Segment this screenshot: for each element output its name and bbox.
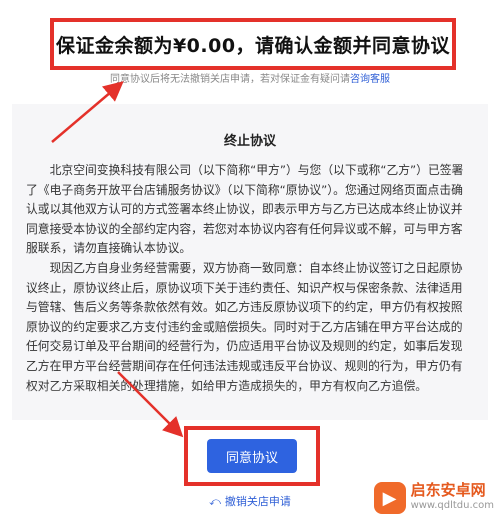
agreement-paragraph: 北京空间变换科技有限公司（以下简称“甲方”）与您（以下或称“乙方”）已签署了《电…	[26, 163, 464, 256]
page: 保证金余额为¥0.00，请确认金额并同意协议 同意协议后将无法撤销关店申请，若对…	[0, 0, 500, 518]
agreement-title: 终止协议	[223, 134, 276, 149]
agreement-card[interactable]: 终止协议 北京空间变换科技有限公司（以下简称“甲方”）与您（以下或称“乙方”）已…	[12, 104, 488, 420]
highlight-box-title: 保证金余额为¥0.00，请确认金额并同意协议	[50, 18, 456, 70]
fade-overlay	[12, 386, 488, 420]
undo-icon: ⤺	[209, 495, 221, 508]
agree-button[interactable]: 同意协议	[207, 439, 297, 473]
highlight-box-agree: 同意协议	[184, 426, 320, 486]
watermark-url: www.qdltdu.com	[410, 500, 494, 511]
watermark-title: 启东安卓网	[410, 481, 486, 499]
agreement-paragraph: 现因乙方自身业务经营需要，双方协商一致同意：自本终止协议签订之日起原协议终止，原…	[26, 260, 463, 393]
contact-service-link[interactable]: 咨询客服	[350, 74, 390, 85]
page-title: 保证金余额为¥0.00，请确认金额并同意协议	[55, 34, 451, 57]
cancel-label: 撤销关店申请	[224, 495, 291, 508]
watermark-text: 启东安卓网 www.qdltdu.com	[411, 483, 494, 513]
hint-text: 同意协议后将无法撤销关店申请，若对保证金有疑问请	[110, 74, 350, 85]
agreement-body: 北京空间变换科技有限公司（以下简称“甲方”）与您（以下或称“乙方”）已签署了《电…	[26, 161, 474, 396]
watermark: ▶ 启东安卓网 www.qdltdu.com	[373, 482, 494, 514]
watermark-logo-icon: ▶	[373, 482, 406, 514]
header-area: 保证金余额为¥0.00，请确认金额并同意协议 同意协议后将无法撤销关店申请，若对…	[0, 0, 500, 100]
hint-line: 同意协议后将无法撤销关店申请，若对保证金有疑问请咨询客服	[0, 70, 500, 85]
